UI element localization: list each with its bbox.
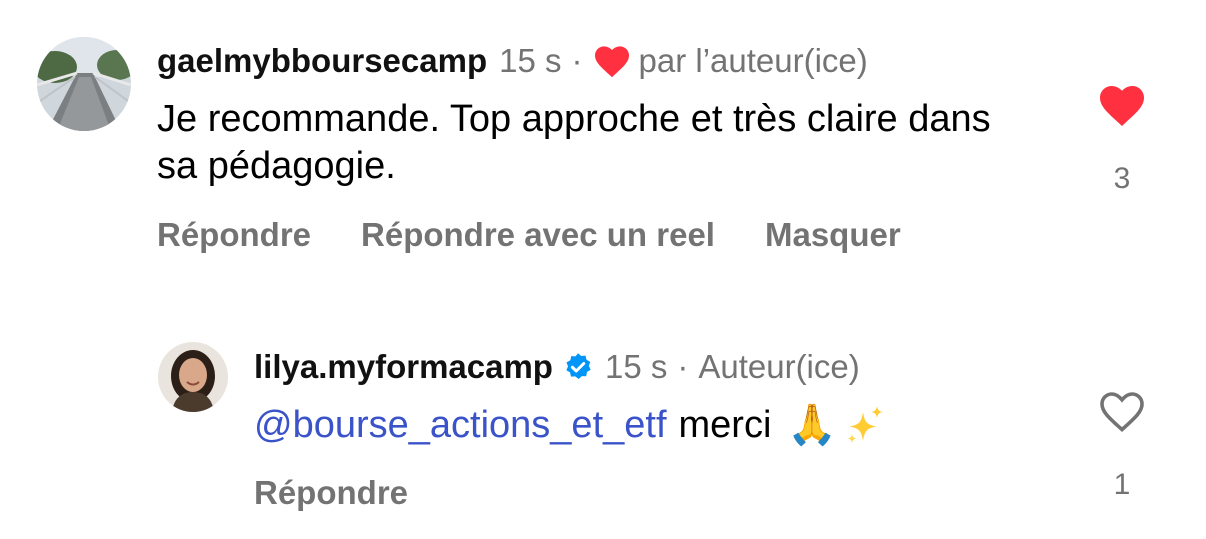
author-label: Auteur(ice): [698, 348, 860, 385]
separator-dot: ·: [677, 348, 689, 385]
reply-actions: Répondre: [254, 474, 408, 512]
like-button[interactable]: [1097, 82, 1147, 128]
heart-filled-icon: [593, 44, 631, 78]
reply-username[interactable]: lilya.myformacamp: [254, 348, 553, 386]
comment-time: 15 s: [499, 42, 562, 79]
verified-badge-icon: [563, 352, 593, 382]
reply-text: merci: [678, 404, 772, 446]
sparkles-icon: [843, 404, 887, 448]
reply-with-reel-button[interactable]: Répondre avec un reel: [361, 216, 715, 254]
bridge-photo-icon: [37, 37, 131, 131]
like-button[interactable]: [1097, 388, 1147, 434]
reply-button[interactable]: Répondre: [254, 474, 408, 512]
comment-username[interactable]: gaelmybboursecamp: [157, 42, 487, 80]
reply-time: 15 s: [604, 348, 668, 385]
hide-button[interactable]: Masquer: [765, 216, 901, 254]
reply-text-line: @bourse_actions_et_etf merci 🙏: [254, 402, 887, 449]
avatar-gaelmybboursecamp[interactable]: [37, 37, 131, 131]
person-photo-icon: [158, 342, 228, 412]
liked-by-author-label: par l’auteur(ice): [638, 42, 868, 79]
heart-filled-icon: [1100, 86, 1144, 126]
comment-text: Je recommande. Top approche et très clai…: [157, 98, 991, 187]
like-count: 3: [1113, 162, 1131, 195]
comment-actions: Répondre Répondre avec un reel Masquer: [157, 216, 901, 254]
reply-button[interactable]: Répondre: [157, 216, 311, 254]
reply-header: lilya.myformacamp 15 s · Auteur(ice): [254, 348, 860, 386]
like-count: 1: [1113, 468, 1131, 501]
heart-outline-icon: [1100, 392, 1144, 433]
praying-hands-icon: 🙏: [787, 403, 838, 447]
avatar-lilya-myformacamp[interactable]: [158, 342, 228, 412]
mention-link[interactable]: @bourse_actions_et_etf: [254, 402, 667, 449]
comment-header: gaelmybboursecamp 15 s · par l’auteur(ic…: [157, 42, 868, 80]
separator-dot: ·: [571, 42, 583, 79]
